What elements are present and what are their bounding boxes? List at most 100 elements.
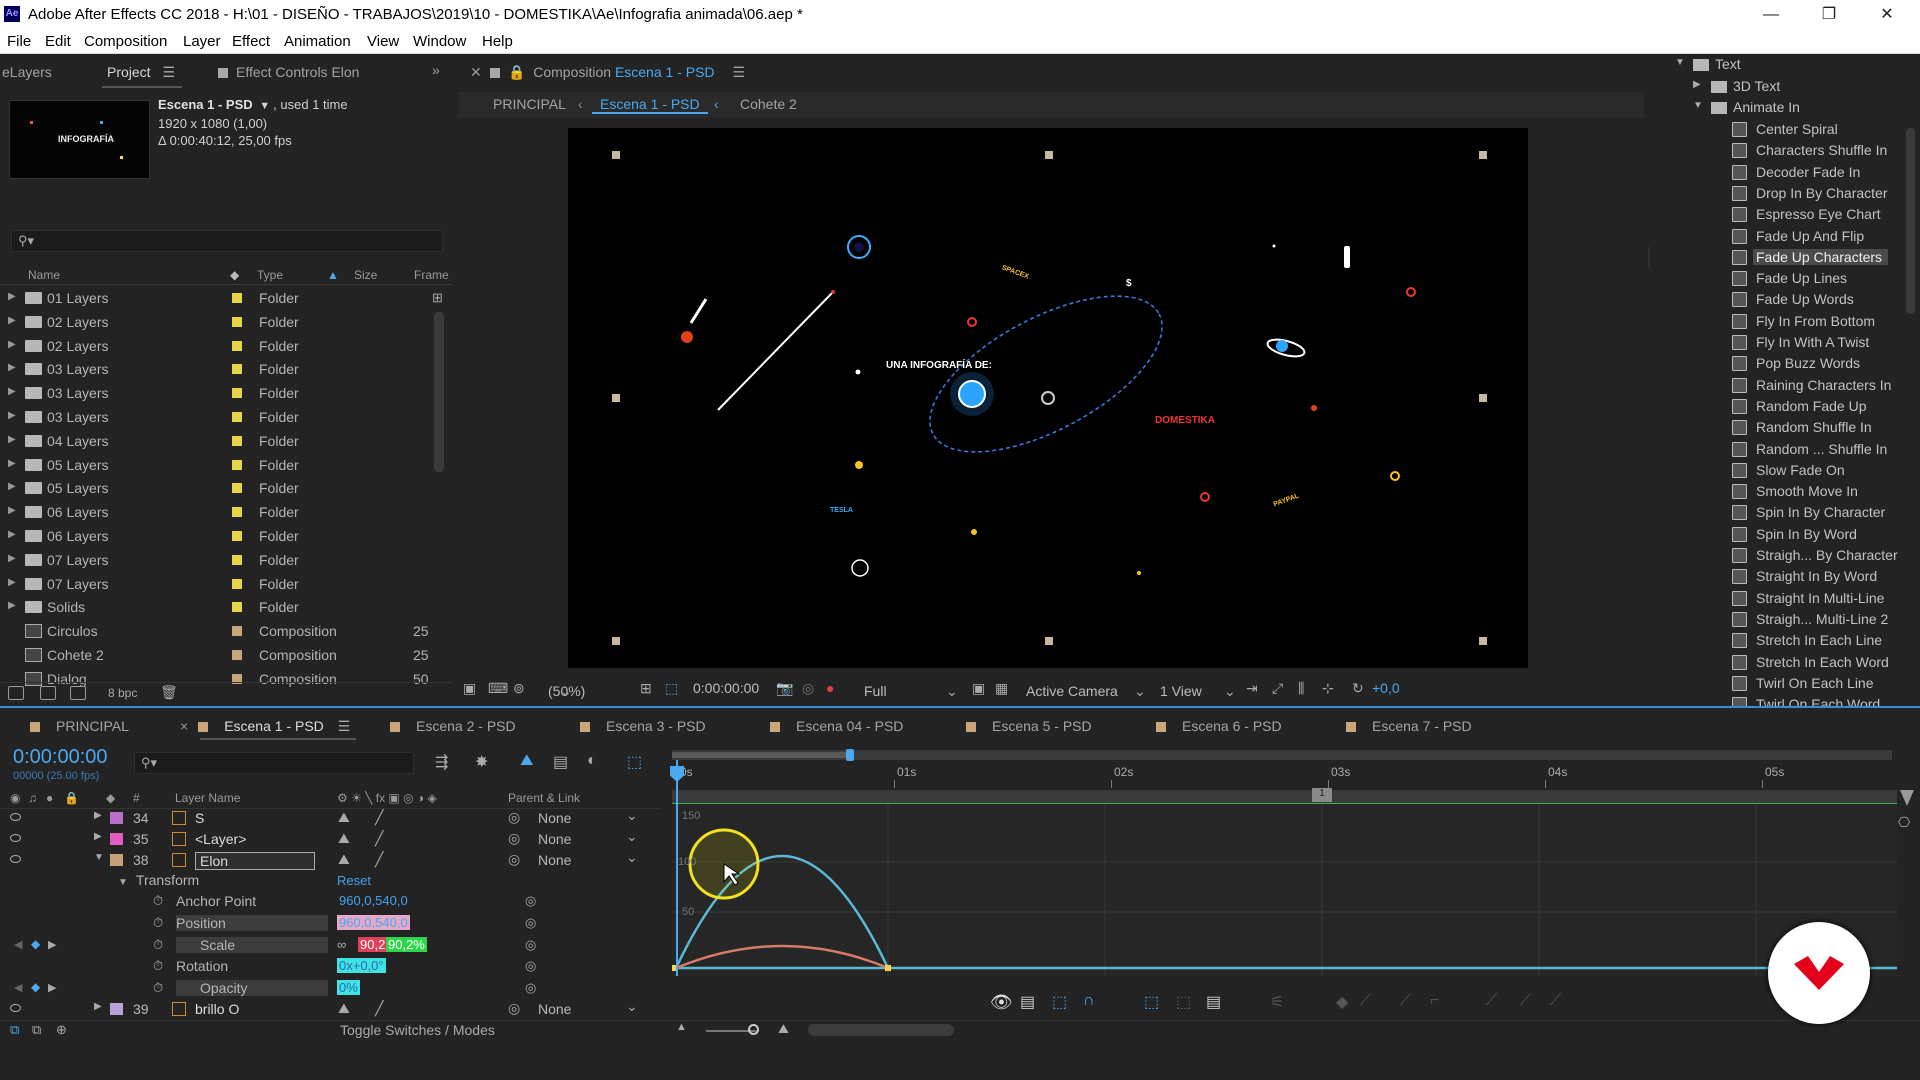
label-swatch[interactable] [232,293,242,303]
timeline-tab[interactable]: Escena 6 - PSD [1156,718,1282,734]
project-item[interactable]: ▶ 06 Layers Folder [0,525,450,549]
label-swatch[interactable] [232,650,242,660]
menu-layer[interactable]: Layer [183,33,221,50]
expression-pickwhip-icon[interactable]: ◎ [525,980,536,996]
lock-icon[interactable]: 🔒 [508,64,525,80]
project-item[interactable]: ▶ 05 Layers Folder [0,454,450,478]
label-swatch[interactable] [232,316,242,327]
column-type[interactable]: Type [257,268,283,282]
timeline-tab[interactable]: Escena 04 - PSD [770,718,903,734]
effect-preset-item[interactable]: Decoder Fade In [1732,162,1920,183]
eye-icon[interactable] [10,813,21,821]
breadcrumb-escena-1[interactable]: Escena 1 - PSD [592,96,708,114]
effect-preset-item[interactable]: Straight In By Word [1732,566,1920,587]
close-button[interactable]: ✕ [1864,3,1910,27]
effect-preset-item[interactable]: Fade Up Lines [1732,268,1920,289]
layer-row[interactable]: ▶ 35 <Layer> ⛰ ╱ ◎ None ⌄ [0,828,660,849]
reset-exposure-icon[interactable]: ↻ [1352,680,1364,697]
label-swatch[interactable] [232,578,242,589]
effect-preset-item[interactable]: Fly In With A Twist [1732,332,1920,353]
color-icon[interactable]: ● [826,680,834,696]
effect-preset-item[interactable]: Fly In From Bottom [1732,311,1920,332]
timeline-tab[interactable]: Escena 3 - PSD [580,718,706,734]
expand-arrow-icon[interactable]: ▶ [8,339,16,350]
eye-icon[interactable] [10,855,21,863]
column-name[interactable]: Name [28,268,60,282]
scale-y-value[interactable]: 90,2% [386,937,427,952]
project-item[interactable]: ▶ 03 Layers Folder [0,406,450,430]
chevron-right-icon[interactable]: ▶ [94,831,102,842]
prev-keyframe-icon[interactable]: ◀ [14,981,22,994]
snap-icon[interactable]: ∩ [1083,992,1095,1010]
label-swatch[interactable] [232,507,242,518]
label-swatch[interactable] [232,626,242,637]
expression-pickwhip-icon[interactable]: ◎ [525,893,536,909]
layer-row[interactable]: ▶ 34 S ⛰ ╱ ◎ None ⌄ [0,807,660,828]
layer-name[interactable]: brillo O [195,1001,239,1017]
toggle-switches-modes[interactable]: Toggle Switches / Modes [340,1022,495,1038]
shy-switch-icon[interactable]: ⛰ [338,830,350,847]
interpret-footage-icon[interactable] [8,686,24,700]
layer-label-swatch[interactable] [110,1003,123,1015]
layer-row[interactable]: ▶ 39 brillo O ⛰ ╱ ◎ None ⌄ [0,998,660,1019]
stopwatch-icon[interactable]: ⏱ [153,915,163,931]
reset-link[interactable]: Reset [337,873,371,888]
expand-arrow-icon[interactable]: ▶ [8,362,16,373]
effect-preset-item[interactable]: Fade Up Characters [1648,246,1920,268]
playhead-line[interactable] [676,760,678,976]
project-item[interactable]: ▶ 05 Layers Folder [0,477,450,501]
effects-tree-node[interactable]: ▼ Text [1675,54,1920,75]
chevron-right-icon[interactable]: ▶ [94,810,102,821]
label-swatch[interactable] [232,435,242,446]
effect-preset-item[interactable]: Smooth Move In [1732,481,1920,502]
zoom-out-icon[interactable]: ▲ [676,1021,687,1033]
project-item[interactable]: ▶ 02 Layers Folder [0,311,450,335]
render-icon[interactable]: ⊕ [56,1022,67,1038]
chevron-down-icon[interactable]: ▼ [259,100,270,112]
effect-preset-item[interactable]: Pop Buzz Words [1732,353,1920,374]
audio-icon[interactable]: ♫ [28,791,37,805]
label-swatch[interactable] [232,364,242,375]
zoom-slider-handle[interactable] [748,1024,759,1035]
chevron-down-icon[interactable]: ▼ [1693,100,1703,111]
expand-arrow-icon[interactable]: ▶ [8,458,16,469]
timeline-tab[interactable]: × Escena 1 - PSD ☰ [180,718,356,740]
new-folder-icon[interactable] [40,686,56,700]
work-area-end-handle[interactable] [846,749,854,761]
graph-type-icon[interactable]: ▤ [1020,992,1035,1012]
pickwhip-icon[interactable]: ◎ [508,1000,520,1017]
easy-ease-in-icon[interactable]: ⟋ [1486,992,1497,1010]
expand-arrow-icon[interactable]: ▶ [8,481,16,492]
draft-3d-icon[interactable]: ✸ [475,752,488,772]
quality-switch-icon[interactable]: ╱ [375,830,383,847]
menu-effect[interactable]: Effect [232,33,270,50]
transform-group[interactable]: ▼ Transform [118,872,199,888]
expand-arrow-icon[interactable]: ▶ [8,600,16,611]
project-item[interactable]: ▶ 06 Layers Folder [0,501,450,525]
transparency-grid-icon[interactable]: ▦ [995,680,1008,697]
expression-pickwhip-icon[interactable]: ◎ [525,937,536,953]
effect-preset-item[interactable]: Espresso Eye Chart [1732,204,1920,225]
transform-box-icon[interactable]: ⬚ [1052,992,1067,1012]
expression-pickwhip-icon[interactable]: ◎ [525,915,536,931]
effect-preset-item[interactable]: Straight In Multi-Line [1732,588,1920,609]
shy-switch-icon[interactable]: ⛰ [338,1000,350,1017]
eye-icon[interactable] [10,1004,21,1012]
column-number[interactable]: # [133,791,140,805]
project-item[interactable]: Circulos Composition 25 [0,620,450,644]
work-area-bar[interactable] [672,750,1892,760]
breadcrumb-cohete-2[interactable]: Cohete 2 [740,96,797,112]
chevron-down-icon[interactable]: ▼ [94,852,104,863]
effect-preset-item[interactable]: Random Shuffle In [1732,417,1920,438]
region-of-interest-icon[interactable]: ▣ [972,680,985,697]
prev-keyframe-icon[interactable]: ◀ [14,938,22,951]
snapshot-icon[interactable]: ▣ [463,680,476,697]
column-layer-name[interactable]: Layer Name [175,791,240,805]
project-item[interactable]: ▶ 04 Layers Folder [0,430,450,454]
pickwhip-icon[interactable]: ◎ [508,851,520,868]
project-item[interactable]: ▶ 02 Layers Folder [0,335,450,359]
property-value[interactable]: 960,0,540,0 [337,893,410,908]
timeline-tab[interactable]: Escena 2 - PSD [390,718,516,734]
effects-scrollbar[interactable] [1906,128,1915,314]
stopwatch-icon[interactable]: ⏱ [153,980,163,996]
